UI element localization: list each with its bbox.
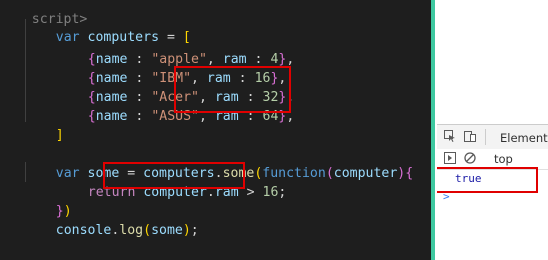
context-selector[interactable]: top bbox=[494, 152, 513, 166]
highlight-box-return-expr bbox=[103, 162, 245, 189]
paren: ( bbox=[143, 223, 152, 238]
argument: some bbox=[151, 223, 183, 238]
brace: { bbox=[405, 166, 414, 181]
method-name: log bbox=[119, 223, 144, 238]
devtools-panel: Elements top true > bbox=[437, 0, 548, 260]
devtools-tab-bar: Elements bbox=[437, 124, 548, 150]
paren: ( bbox=[325, 166, 334, 181]
clear-console-icon[interactable] bbox=[463, 152, 477, 166]
comma: , bbox=[286, 52, 295, 67]
semicolon: ; bbox=[190, 223, 199, 238]
inspect-element-icon[interactable] bbox=[443, 130, 457, 144]
number-value: 16 bbox=[262, 185, 279, 200]
toolbar-separator bbox=[485, 129, 486, 145]
brace: { bbox=[87, 109, 96, 124]
code-line: ] bbox=[24, 107, 64, 143]
device-toolbar-icon[interactable] bbox=[463, 130, 477, 144]
property-key: name bbox=[95, 109, 128, 124]
code-editor[interactable]: script> var computers = [ {name : "apple… bbox=[0, 0, 431, 260]
tab-elements[interactable]: Elements bbox=[500, 131, 548, 145]
highlight-box-ram-values bbox=[174, 66, 291, 113]
code-line: }) bbox=[24, 183, 72, 219]
code-line: {name : "apple", ram : 4}, bbox=[56, 31, 295, 67]
highlight-box-console-output bbox=[437, 167, 538, 193]
object-name: console bbox=[55, 223, 112, 238]
show-console-sidebar-icon[interactable] bbox=[443, 152, 457, 166]
semicolon: ; bbox=[278, 185, 287, 200]
bracket: ] bbox=[55, 128, 64, 143]
code-line: console.log(some); bbox=[24, 202, 199, 238]
parameter: computer bbox=[333, 166, 398, 181]
code-line: var computers = [ bbox=[24, 9, 191, 45]
paren: ) bbox=[182, 223, 191, 238]
colon: : bbox=[127, 109, 152, 124]
